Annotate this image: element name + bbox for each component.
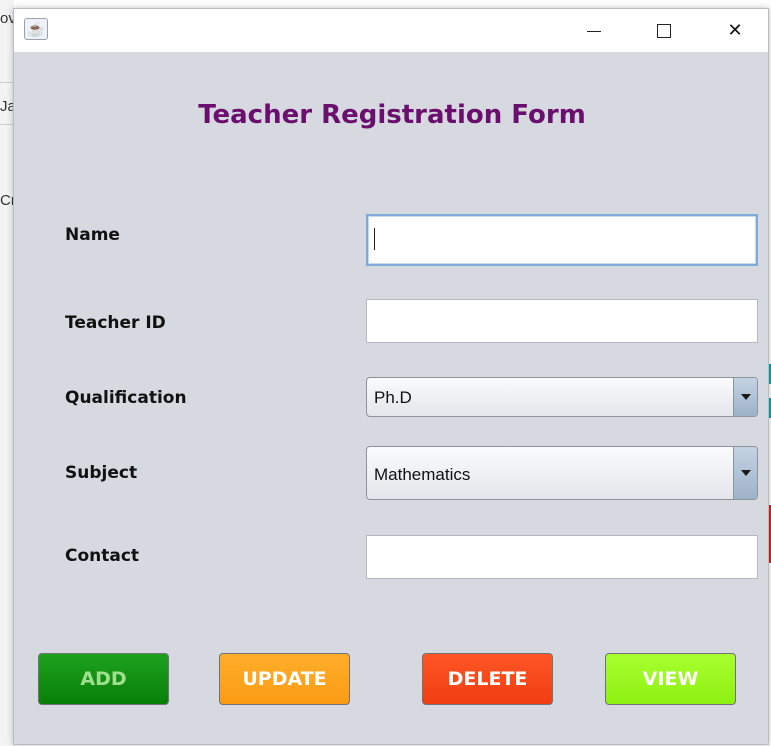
chevron-down-icon xyxy=(740,470,751,476)
minimize-icon xyxy=(587,31,601,32)
delete-button[interactable]: DELETE xyxy=(422,653,553,705)
title-bar[interactable]: ☕ ✕ xyxy=(14,9,768,52)
teacher-id-label: Teacher ID xyxy=(65,313,166,333)
minimize-button[interactable] xyxy=(559,9,629,52)
add-button[interactable]: ADD xyxy=(38,653,169,705)
java-cup-icon: ☕ xyxy=(24,18,48,40)
close-icon: ✕ xyxy=(727,20,743,40)
subject-label: Subject xyxy=(65,463,138,483)
teacher-id-input[interactable] xyxy=(366,299,758,343)
text-caret xyxy=(374,228,375,250)
qualification-select[interactable]: Ph.D xyxy=(366,377,758,417)
maximize-icon xyxy=(657,23,671,38)
qualification-label: Qualification xyxy=(65,388,187,408)
background-divider xyxy=(0,82,14,83)
chevron-down-icon xyxy=(740,394,751,400)
form-title: Teacher Registration Form xyxy=(198,100,586,130)
maximize-button[interactable] xyxy=(629,9,699,52)
name-input[interactable] xyxy=(366,214,758,266)
subject-selected: Mathematics xyxy=(374,465,471,484)
subject-select[interactable]: Mathematics xyxy=(366,446,758,500)
contact-label: Contact xyxy=(65,546,140,566)
close-button[interactable]: ✕ xyxy=(700,9,770,52)
name-label: Name xyxy=(65,225,120,245)
qualification-selected: Ph.D xyxy=(374,388,412,407)
subject-dropdown-button[interactable] xyxy=(733,447,757,499)
qualification-dropdown-button[interactable] xyxy=(733,378,757,416)
background-divider xyxy=(0,124,14,125)
registration-window: ☕ ✕ Teacher Registration Form Name Teach… xyxy=(13,8,769,745)
update-button[interactable]: UPDATE xyxy=(219,653,350,705)
view-button[interactable]: VIEW xyxy=(605,653,736,705)
contact-input[interactable] xyxy=(366,535,758,579)
